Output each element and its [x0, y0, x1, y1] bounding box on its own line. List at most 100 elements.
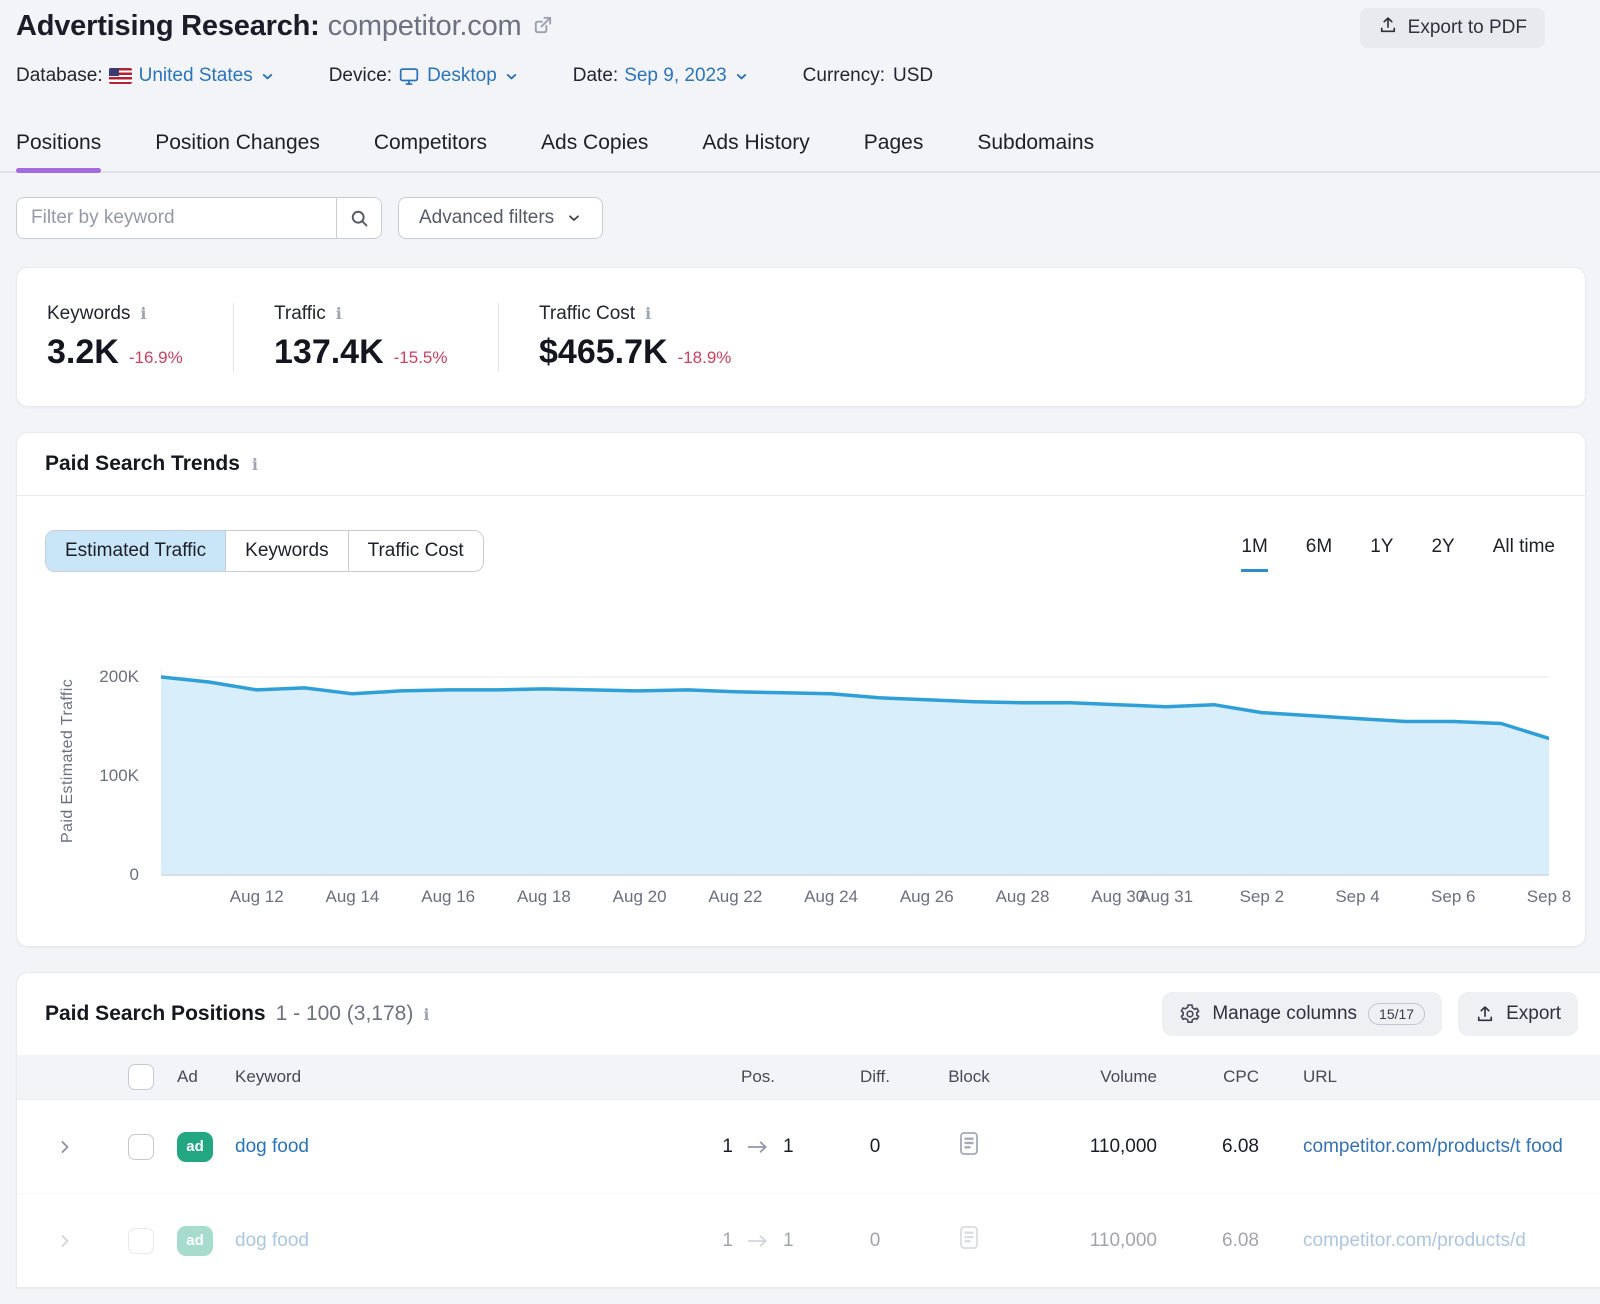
diff-value: 0: [870, 1136, 881, 1158]
stat-keywords-label: Keywords: [47, 303, 130, 325]
export-button[interactable]: Export: [1458, 992, 1578, 1036]
date-selector[interactable]: Sep 9, 2023: [624, 65, 748, 87]
page-title-prefix: Advertising Research:: [16, 10, 320, 42]
pos-from: 1: [722, 1230, 733, 1252]
metric-traffic-cost[interactable]: Traffic Cost: [348, 531, 483, 571]
ad-badge[interactable]: ad: [177, 1132, 213, 1162]
volume-value: 110,000: [1090, 1136, 1185, 1158]
page-title: Advertising Research:competitor.com: [16, 10, 521, 43]
range-all-time[interactable]: All time: [1493, 536, 1555, 572]
col-block: Block: [948, 1067, 990, 1087]
tab-subdomains[interactable]: Subdomains: [977, 117, 1094, 171]
date-value: Sep 9, 2023: [624, 65, 726, 87]
info-icon[interactable]: i: [645, 304, 651, 323]
tab-pages[interactable]: Pages: [864, 117, 924, 171]
row-checkbox[interactable]: [128, 1134, 154, 1160]
row-expander-icon[interactable]: [55, 1231, 75, 1251]
trends-metric-toggle: Estimated Traffic Keywords Traffic Cost: [45, 530, 484, 572]
external-link-icon[interactable]: [531, 14, 554, 42]
export-to-pdf-button[interactable]: Export to PDF: [1360, 8, 1545, 48]
stat-traffic-label: Traffic: [274, 303, 326, 325]
range-1m[interactable]: 1M: [1241, 536, 1267, 572]
device-label: Device:: [329, 65, 392, 87]
url-link[interactable]: competitor.com/products/t food: [1303, 1136, 1563, 1157]
pos-from: 1: [722, 1136, 733, 1158]
tab-competitors[interactable]: Competitors: [374, 117, 487, 171]
position-cell: 1 1: [683, 1136, 833, 1158]
chevron-down-icon: [566, 210, 582, 226]
paid-search-positions-card: Paid Search Positions 1 - 100 (3,178) i …: [16, 972, 1600, 1288]
x-axis-tick: Aug 12: [230, 887, 284, 907]
x-axis-tick: Aug 18: [517, 887, 571, 907]
report-filters: Database: United States Device: Desktop …: [16, 65, 1600, 87]
database-selector[interactable]: United States: [109, 65, 275, 87]
y-axis-tick: 200K: [75, 667, 139, 687]
device-selector[interactable]: Desktop: [398, 65, 519, 87]
currency-label: Currency:: [803, 65, 885, 87]
diff-value: 0: [870, 1230, 881, 1252]
tab-positions[interactable]: Positions: [16, 117, 101, 171]
keyword-link[interactable]: dog food: [235, 1230, 309, 1251]
table-row: ad dog food 1 1 0 110,000 6.08 competito…: [17, 1099, 1600, 1193]
block-icon[interactable]: [958, 1225, 980, 1257]
cpc-value: 6.08: [1222, 1136, 1289, 1158]
x-axis-tick: Aug 22: [708, 887, 762, 907]
stat-traffic: Traffici 137.4K -15.5%: [233, 303, 498, 372]
chevron-down-icon: [734, 69, 749, 84]
select-all-checkbox[interactable]: [128, 1064, 154, 1090]
col-diff: Diff.: [860, 1067, 890, 1087]
tab-ads-history[interactable]: Ads History: [702, 117, 809, 171]
keyword-filter-input[interactable]: [17, 198, 336, 238]
tab-position-changes[interactable]: Position Changes: [155, 117, 320, 171]
database-value: United States: [139, 65, 253, 87]
upload-icon: [1475, 1004, 1495, 1024]
stat-traffic-value: 137.4K: [274, 333, 384, 372]
info-icon[interactable]: i: [423, 1005, 429, 1024]
page-header: Advertising Research:competitor.com Expo…: [0, 0, 1600, 87]
ad-badge[interactable]: ad: [177, 1226, 213, 1256]
paid-search-trends-card: Paid Search Trends i Estimated Traffic K…: [16, 432, 1586, 947]
range-6m[interactable]: 6M: [1306, 536, 1332, 572]
stat-keywords-change: -16.9%: [129, 348, 183, 368]
page-title-domain: competitor.com: [328, 10, 522, 42]
position-cell: 1 1: [683, 1230, 833, 1252]
chevron-down-icon: [260, 69, 275, 84]
chart-y-axis-label: Paid Estimated Traffic: [59, 679, 77, 843]
tab-ads-copies[interactable]: Ads Copies: [541, 117, 648, 171]
advanced-filters-button[interactable]: Advanced filters: [398, 197, 603, 239]
info-icon[interactable]: i: [140, 304, 146, 323]
x-axis-tick: Aug 16: [421, 887, 475, 907]
trends-area-chart: [161, 627, 1549, 889]
device-value: Desktop: [427, 65, 497, 87]
x-axis-tick: Sep 2: [1240, 887, 1284, 907]
url-link[interactable]: competitor.com/products/d: [1303, 1230, 1526, 1251]
block-icon[interactable]: [958, 1131, 980, 1163]
x-axis-tick: Sep 8: [1527, 887, 1571, 907]
arrow-right-icon: [746, 1139, 770, 1155]
paid-search-trends-chart: Paid Estimated Traffic 0100K200KAug 12Au…: [45, 627, 1549, 911]
col-cpc: CPC: [1223, 1067, 1289, 1087]
metric-keywords[interactable]: Keywords: [225, 531, 347, 571]
summary-stats-card: Keywordsi 3.2K -16.9% Traffici 137.4K -1…: [16, 267, 1586, 407]
stat-traffic-cost: Traffic Costi $465.7K -18.9%: [498, 303, 771, 372]
keyword-link[interactable]: dog food: [235, 1136, 309, 1157]
arrow-right-icon: [746, 1233, 770, 1249]
chart-plot: 0100K200KAug 12Aug 14Aug 16Aug 18Aug 20A…: [161, 627, 1549, 911]
x-axis-tick: Aug 26: [900, 887, 954, 907]
info-icon[interactable]: i: [336, 304, 342, 323]
export-to-pdf-label: Export to PDF: [1408, 17, 1527, 39]
range-2y[interactable]: 2Y: [1431, 536, 1454, 572]
x-axis-tick: Aug 14: [325, 887, 379, 907]
x-axis-tick: Sep 4: [1335, 887, 1379, 907]
positions-table-header: Ad Keyword Pos. Diff. Block Volume CPC U…: [17, 1055, 1600, 1099]
manage-columns-button[interactable]: Manage columns 15/17: [1162, 992, 1442, 1036]
row-checkbox[interactable]: [128, 1228, 154, 1254]
info-icon[interactable]: i: [252, 455, 258, 474]
keyword-search-button[interactable]: [336, 198, 381, 238]
stat-keywords-value: 3.2K: [47, 333, 119, 372]
row-expander-icon[interactable]: [55, 1137, 75, 1157]
range-1y[interactable]: 1Y: [1370, 536, 1393, 572]
x-axis-tick: Aug 30: [1091, 887, 1145, 907]
metric-estimated-traffic[interactable]: Estimated Traffic: [46, 531, 225, 571]
advertising-research-page: Advertising Research:competitor.com Expo…: [0, 0, 1600, 1304]
